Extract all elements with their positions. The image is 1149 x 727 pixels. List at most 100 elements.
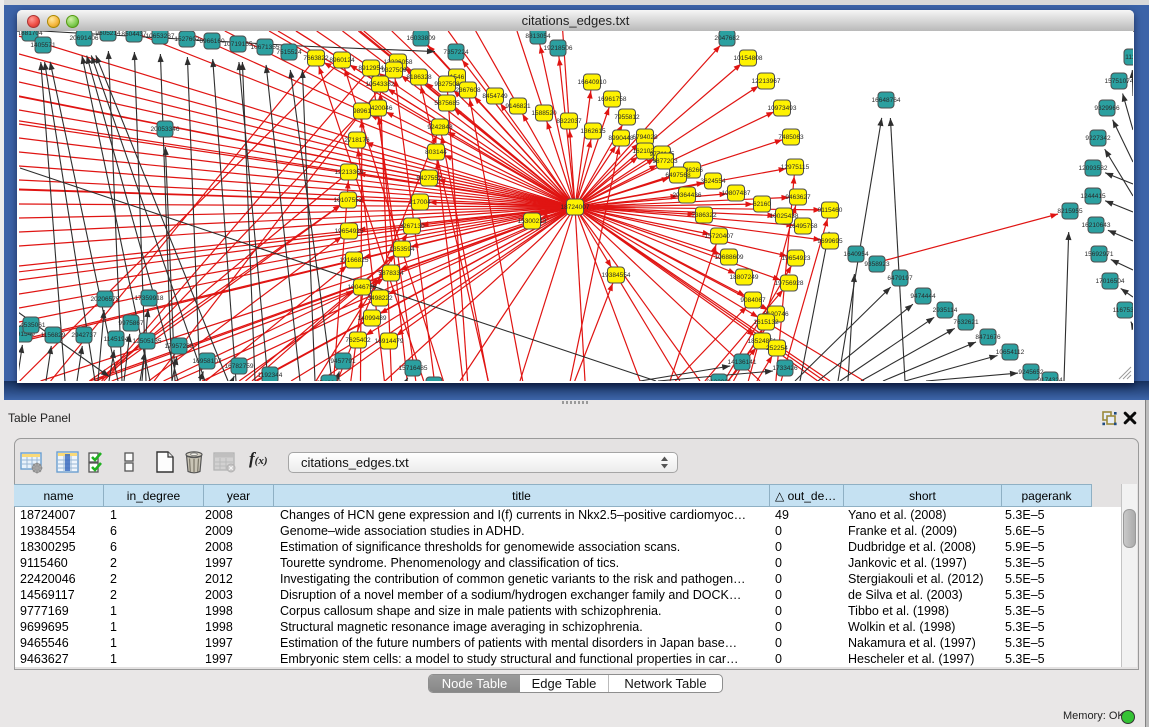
svg-text:19654925: 19654925	[335, 228, 364, 235]
svg-text:15751074: 15751074	[1105, 78, 1133, 85]
svg-text:8504437: 8504437	[121, 31, 147, 38]
svg-text:18807249: 18807249	[730, 274, 759, 281]
svg-text:1405571: 1405571	[30, 42, 56, 49]
svg-text:19166825: 19166825	[340, 257, 369, 264]
svg-text:9699695: 9699695	[817, 238, 843, 245]
svg-text:8471676: 8471676	[975, 334, 1001, 341]
svg-text:9975867: 9975867	[118, 320, 144, 327]
svg-text:9605214: 9605214	[95, 31, 121, 37]
svg-text:10973493: 10973493	[768, 105, 797, 112]
svg-text:10958107: 10958107	[193, 358, 222, 365]
svg-text:16640910: 16640910	[578, 79, 607, 86]
svg-text:12505135: 12505135	[133, 338, 162, 345]
svg-text:6497568: 6497568	[665, 172, 691, 179]
svg-text:20053346: 20053346	[151, 126, 180, 133]
svg-text:1615132: 1615132	[753, 319, 779, 326]
svg-text:8912954: 8912954	[358, 65, 384, 72]
svg-text:1145194: 1145194	[104, 336, 129, 343]
svg-text:7663822: 7663822	[303, 55, 329, 62]
svg-text:19218506: 19218506	[544, 45, 573, 52]
svg-text:10807487: 10807487	[722, 190, 751, 197]
svg-text:19384554: 19384554	[602, 272, 631, 279]
svg-text:16914479: 16914479	[375, 338, 404, 345]
svg-text:19756928: 19756928	[775, 280, 804, 287]
svg-text:9474444: 9474444	[910, 293, 936, 300]
svg-text:1527602: 1527602	[174, 36, 200, 43]
svg-text:7955812: 7955812	[614, 114, 640, 121]
svg-text:3624554: 3624554	[700, 178, 726, 185]
svg-text:10107552: 10107552	[334, 197, 363, 204]
svg-text:7632621: 7632621	[953, 319, 979, 326]
svg-text:252254: 252254	[766, 345, 788, 352]
svg-text:1112: 1112	[1125, 54, 1133, 61]
svg-text:18724007: 18724007	[561, 204, 590, 211]
svg-text:9084067: 9084067	[740, 297, 766, 304]
svg-text:9227342: 9227342	[1085, 135, 1111, 142]
svg-text:15716485: 15716485	[399, 365, 428, 372]
svg-text:17016504: 17016504	[1096, 278, 1125, 285]
svg-text:8427552: 8427552	[416, 175, 442, 182]
svg-text:16495758: 16495758	[789, 223, 818, 230]
svg-text:10654112: 10654112	[996, 349, 1025, 356]
svg-text:8186328: 8186328	[406, 74, 432, 81]
svg-text:9174324: 9174324	[1037, 377, 1063, 381]
svg-text:8215955: 8215955	[1057, 208, 1083, 215]
svg-text:16033809: 16033809	[407, 35, 436, 42]
svg-text:1881704: 1881704	[19, 31, 43, 37]
svg-text:12213967: 12213967	[752, 78, 781, 85]
svg-text:7515524: 7515524	[276, 49, 302, 56]
svg-text:2718176: 2718176	[344, 137, 370, 144]
svg-text:1640954: 1640954	[843, 251, 869, 258]
svg-text:1244415: 1244415	[1080, 193, 1106, 200]
svg-text:6966160: 6966160	[199, 38, 225, 45]
svg-text:14099489: 14099489	[358, 315, 387, 322]
svg-text:9242345: 9242345	[316, 380, 342, 381]
svg-text:3498222: 3498222	[367, 295, 393, 302]
svg-text:9115460: 9115460	[818, 207, 843, 214]
svg-text:6479197: 6479197	[887, 275, 913, 282]
svg-text:9242848: 9242848	[427, 124, 453, 131]
svg-text:1362615: 1362615	[580, 128, 606, 135]
svg-text:8990448: 8990448	[608, 135, 634, 142]
svg-text:12213369: 12213369	[335, 169, 364, 176]
svg-text:9457791: 9457791	[330, 358, 356, 365]
svg-text:98961: 98961	[353, 108, 371, 115]
svg-text:1588520: 1588520	[531, 110, 557, 117]
svg-text:10653287: 10653287	[146, 33, 175, 40]
svg-text:9146821: 9146821	[505, 103, 531, 110]
svg-text:9877203: 9877203	[652, 158, 678, 165]
svg-text:3267130: 3267130	[399, 223, 425, 230]
svg-text:17957285: 17957285	[165, 343, 194, 350]
svg-text:1192344: 1192344	[258, 372, 283, 379]
svg-text:217004: 217004	[409, 199, 431, 206]
svg-text:62160: 62160	[753, 201, 771, 208]
svg-text:14136141: 14136141	[728, 359, 757, 366]
svg-text:7357224: 7357224	[443, 49, 469, 56]
svg-text:16782759: 16782759	[225, 363, 254, 370]
svg-text:5878334: 5878334	[378, 270, 404, 277]
svg-text:19654923: 19654923	[782, 255, 811, 262]
svg-text:9463627: 9463627	[785, 194, 811, 201]
svg-text:16648764: 16648764	[872, 97, 901, 104]
svg-text:10543382: 10543382	[366, 81, 395, 88]
svg-text:2047682: 2047682	[714, 35, 740, 42]
svg-text:7625402: 7625402	[345, 337, 371, 344]
svg-text:6794028: 6794028	[632, 134, 658, 141]
svg-text:2367608: 2367608	[455, 87, 481, 94]
svg-text:20364436: 20364436	[673, 192, 702, 199]
svg-text:10688609: 10688609	[715, 254, 744, 261]
svg-text:10025438: 10025438	[770, 213, 799, 220]
svg-text:8132991: 8132991	[706, 379, 732, 381]
svg-text:2935114: 2935114	[933, 307, 958, 314]
svg-text:5875685: 5875685	[434, 100, 460, 107]
svg-text:16210643: 16210643	[1082, 222, 1111, 229]
svg-text:9245652: 9245652	[1018, 369, 1044, 376]
svg-text:14535061: 14535061	[19, 322, 46, 329]
svg-text:17359918: 17359918	[135, 295, 164, 302]
svg-text:15300213: 15300213	[518, 218, 547, 225]
svg-text:7485063: 7485063	[778, 134, 804, 141]
svg-text:20206575: 20206575	[91, 296, 120, 303]
svg-text:1156829: 1156829	[41, 332, 66, 339]
svg-text:8454749: 8454749	[482, 93, 508, 100]
svg-text:12975115: 12975115	[781, 164, 810, 171]
